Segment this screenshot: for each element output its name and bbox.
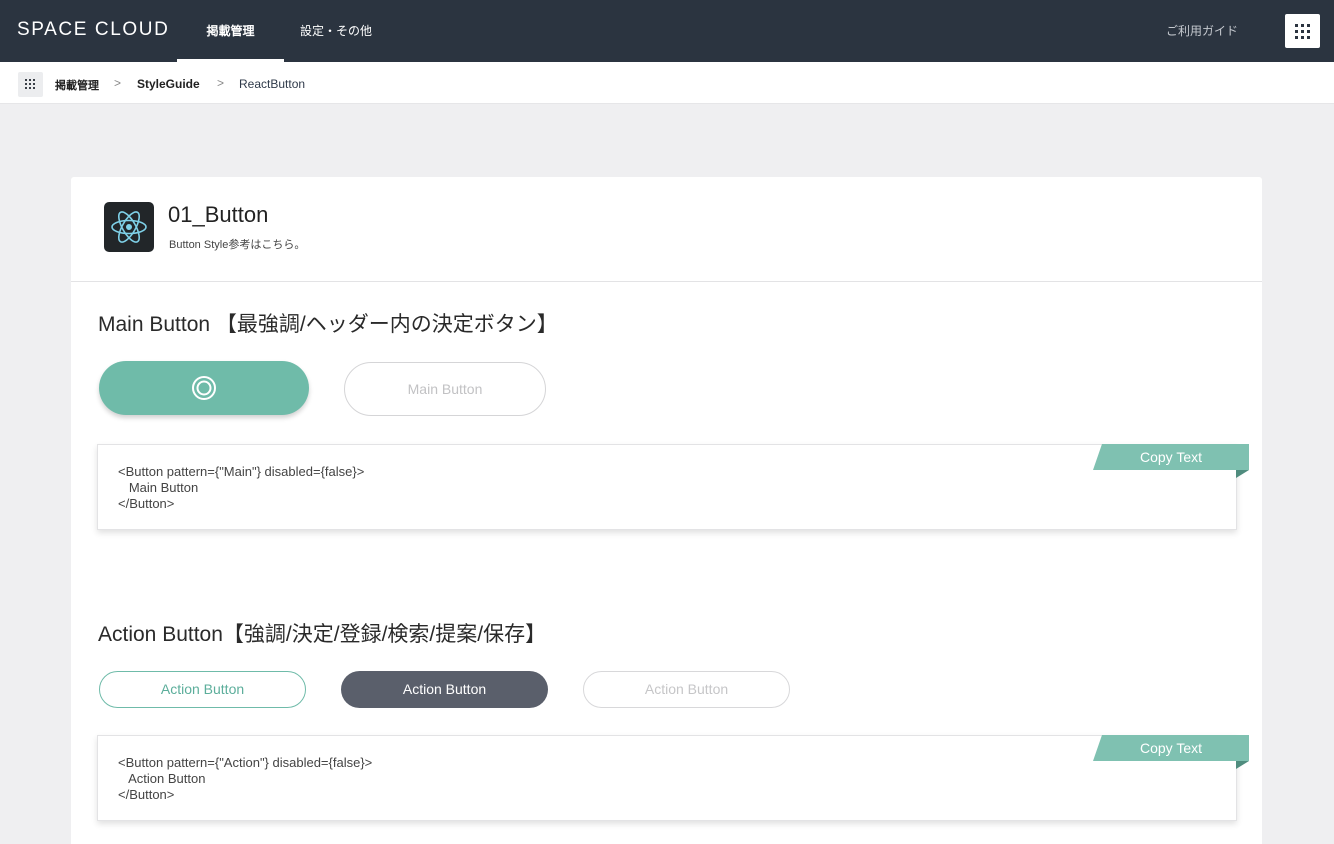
top-header: SPACE CLOUD 掲載管理 設定・その他 ご利用ガイド (0, 0, 1334, 62)
loading-spinner-icon (192, 376, 216, 400)
breadcrumb-item-listing[interactable]: 掲載管理 (55, 77, 99, 93)
main-button-loading[interactable] (99, 361, 309, 415)
brand-logo[interactable]: SPACE CLOUD (17, 19, 169, 41)
react-logo-icon (104, 202, 154, 252)
card-header: 01_Button Button Style参考はこちら。 (71, 177, 1262, 282)
breadcrumb-item-current: ReactButton (239, 77, 306, 91)
copy-text-label: Copy Text (1140, 449, 1202, 465)
code-sample-main: <Button pattern={"Main"} disabled={false… (97, 444, 1249, 530)
tab-settings-other[interactable]: 設定・その他 (300, 0, 372, 62)
copy-text-label: Copy Text (1140, 740, 1202, 756)
copy-text-button[interactable]: Copy Text (1093, 444, 1249, 478)
breadcrumb-menu-button[interactable] (18, 72, 43, 97)
action-button-disabled[interactable]: Action Button (583, 671, 790, 708)
grid-icon (25, 79, 35, 89)
app-menu-button[interactable] (1285, 14, 1320, 48)
code-text[interactable]: <Button pattern={"Main"} disabled={false… (118, 464, 364, 512)
code-sample-action: <Button pattern={"Action"} disabled={fal… (97, 735, 1249, 821)
breadcrumb-separator: > (114, 76, 122, 90)
page-subtitle: Button Style参考はこちら。 (169, 239, 306, 251)
grid-icon (1295, 24, 1310, 39)
user-guide-link[interactable]: ご利用ガイド (1166, 22, 1238, 39)
main-button-disabled[interactable]: Main Button (344, 362, 546, 416)
content-card: 01_Button Button Style参考はこちら。 Main Butto… (71, 177, 1262, 844)
copy-text-button[interactable]: Copy Text (1093, 735, 1249, 769)
action-button-outline[interactable]: Action Button (99, 671, 306, 708)
tab-listing-management[interactable]: 掲載管理 (177, 0, 284, 62)
breadcrumb-separator: > (217, 76, 225, 90)
code-text[interactable]: <Button pattern={"Action"} disabled={fal… (118, 755, 372, 803)
breadcrumb-item-styleguide[interactable]: StyleGuide (137, 77, 200, 91)
breadcrumb: 掲載管理 > StyleGuide > ReactButton (0, 62, 1334, 104)
section-title-main-button: Main Button 【最強調/ヘッダー内の決定ボタン】 (98, 313, 558, 336)
action-button-filled[interactable]: Action Button (341, 671, 548, 708)
section-title-action-button: Action Button【強調/決定/登録/検索/提案/保存】 (98, 623, 547, 646)
page-title: 01_Button (168, 202, 269, 227)
